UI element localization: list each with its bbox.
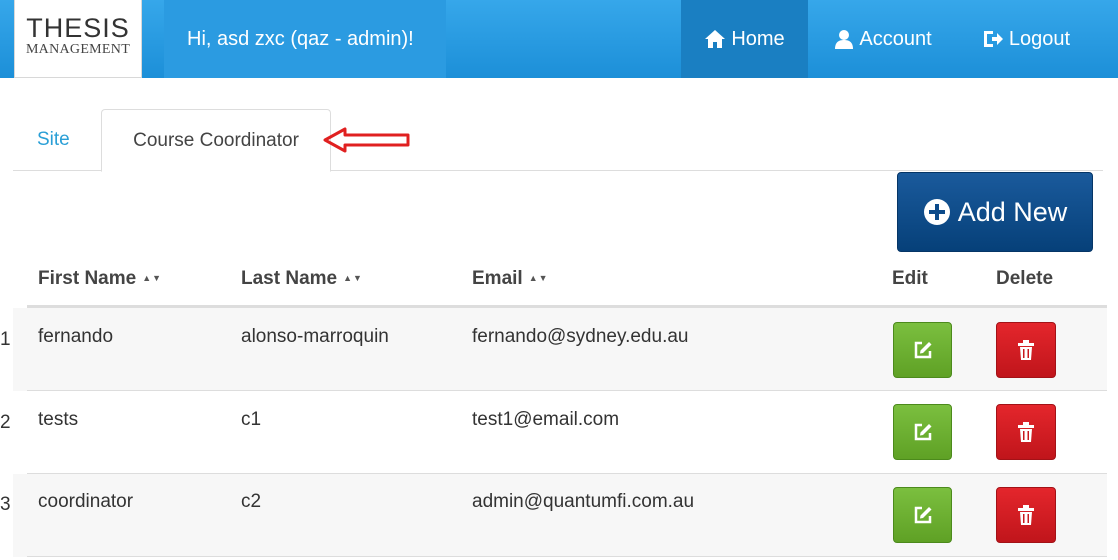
annotation-arrow bbox=[323, 127, 410, 153]
trash-icon bbox=[1018, 422, 1034, 442]
cell-first-name: tests bbox=[38, 409, 79, 430]
row-index: 2 bbox=[0, 412, 11, 433]
user-icon bbox=[835, 30, 854, 49]
logo-title: THESIS bbox=[26, 13, 130, 43]
trash-icon bbox=[1018, 340, 1034, 360]
column-header-label: First Name bbox=[38, 268, 137, 289]
logout-icon bbox=[983, 31, 1003, 47]
nav-home[interactable]: Home bbox=[681, 0, 808, 78]
tab-site[interactable]: Site bbox=[37, 129, 70, 151]
logo-subtitle: MANAGEMENT bbox=[25, 42, 131, 57]
app-logo[interactable]: THESIS MANAGEMENT bbox=[14, 0, 142, 78]
delete-button[interactable] bbox=[996, 404, 1056, 460]
sort-icon: ▲▼ bbox=[142, 273, 163, 283]
nav-logout[interactable]: Logout bbox=[962, 0, 1090, 78]
top-navbar: THESIS MANAGEMENT Hi, asd zxc (qaz - adm… bbox=[0, 0, 1118, 78]
cell-email: test1@email.com bbox=[472, 409, 620, 430]
cell-last-name: c2 bbox=[241, 491, 262, 512]
column-header-first-name[interactable]: First Name ▲▼ bbox=[38, 268, 162, 290]
cell-last-name: alonso-marroquin bbox=[241, 326, 389, 347]
plus-circle-icon bbox=[923, 199, 950, 225]
cell-email: fernando@sydney.edu.au bbox=[472, 326, 689, 347]
column-header-edit: Edit bbox=[892, 268, 928, 289]
row-index: 1 bbox=[0, 329, 11, 350]
row-index: 3 bbox=[0, 494, 11, 515]
delete-button[interactable] bbox=[996, 487, 1056, 543]
cell-first-name: fernando bbox=[38, 326, 114, 347]
cell-last-name: c1 bbox=[241, 409, 262, 430]
add-new-button[interactable]: Add New bbox=[897, 172, 1093, 252]
edit-button[interactable] bbox=[893, 404, 952, 460]
column-header-label: Last Name bbox=[241, 268, 338, 289]
trash-icon bbox=[1018, 505, 1034, 525]
row-divider bbox=[27, 556, 1107, 557]
sort-icon: ▲▼ bbox=[343, 273, 363, 283]
edit-icon bbox=[914, 423, 931, 441]
nav-logout-label: Logout bbox=[1008, 28, 1071, 50]
cell-email: admin@quantumfi.com.au bbox=[472, 491, 695, 512]
column-header-label: Email bbox=[472, 268, 523, 289]
tab-bar: Site Course Coordinator bbox=[13, 109, 1103, 172]
edit-button[interactable] bbox=[893, 322, 952, 378]
tab-course-coordinator[interactable]: Course Coordinator bbox=[101, 109, 331, 172]
nav-account-label: Account bbox=[859, 28, 932, 50]
cell-first-name: coordinator bbox=[38, 491, 134, 512]
column-header-email[interactable]: Email ▲▼ bbox=[472, 268, 549, 290]
user-greeting: Hi, asd zxc (qaz - admin)! bbox=[164, 0, 446, 78]
add-new-label: Add New bbox=[957, 196, 1068, 227]
edit-icon bbox=[914, 506, 931, 524]
column-header-delete: Delete bbox=[996, 268, 1054, 289]
home-icon bbox=[705, 30, 726, 48]
sort-icon: ▲▼ bbox=[528, 273, 549, 283]
column-header-last-name[interactable]: Last Name ▲▼ bbox=[241, 268, 363, 290]
edit-icon bbox=[914, 341, 931, 359]
delete-button[interactable] bbox=[996, 322, 1056, 378]
nav-home-label: Home bbox=[731, 28, 785, 50]
edit-button[interactable] bbox=[893, 487, 952, 543]
nav-account[interactable]: Account bbox=[813, 0, 953, 78]
